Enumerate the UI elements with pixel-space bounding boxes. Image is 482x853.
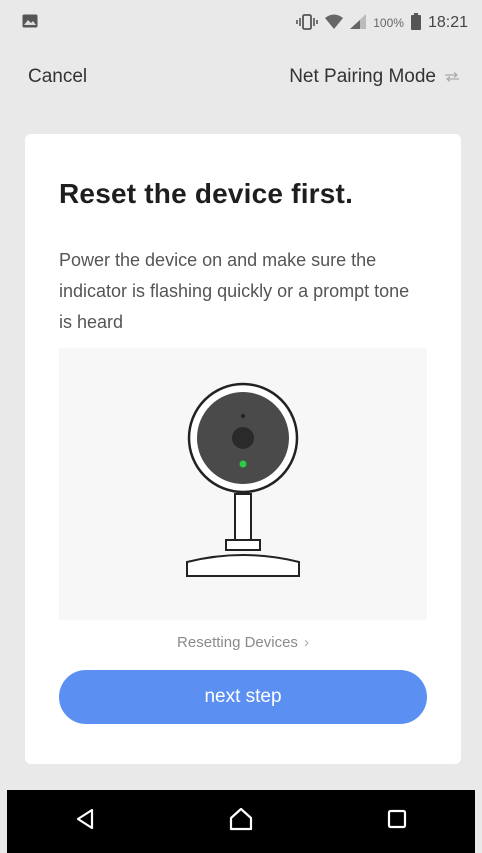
back-icon (74, 807, 96, 836)
navigation-bar (7, 790, 475, 853)
cancel-button[interactable]: Cancel (28, 66, 87, 88)
page-title: Reset the device first. (59, 178, 354, 209)
battery-percent: 100% (373, 16, 404, 30)
signal-icon (350, 14, 367, 32)
vibrate-icon (296, 13, 319, 33)
instruction-text: Power the device on and make sure the in… (59, 250, 410, 332)
camera-illustration (59, 348, 427, 620)
resetting-devices-link[interactable]: Resetting Devices › (25, 634, 461, 651)
reset-instructions-card: Reset the device first. Power the device… (25, 134, 461, 764)
status-time: 18:21 (427, 14, 468, 31)
next-step-button[interactable]: next step (59, 670, 427, 724)
home-button[interactable] (206, 797, 276, 847)
net-pairing-mode-button[interactable]: Net Pairing Mode (289, 66, 460, 88)
recents-icon (386, 808, 408, 835)
screen: 100% 18:21 Cancel Net Pairing Mode Reset… (0, 0, 482, 853)
header: Cancel Net Pairing Mode (0, 54, 482, 100)
image-icon (22, 14, 38, 33)
chevron-right-icon: › (303, 634, 309, 651)
resetting-devices-label: Resetting Devices (177, 634, 298, 651)
back-button[interactable] (50, 797, 120, 847)
battery-icon (410, 13, 421, 33)
recents-button[interactable] (362, 797, 432, 847)
net-pairing-mode-label: Net Pairing Mode (289, 66, 436, 87)
status-right: 100% 18:21 (296, 13, 468, 33)
wifi-icon (325, 14, 344, 32)
status-bar: 100% 18:21 (0, 0, 482, 46)
home-icon (228, 807, 254, 836)
swap-icon (444, 66, 460, 88)
